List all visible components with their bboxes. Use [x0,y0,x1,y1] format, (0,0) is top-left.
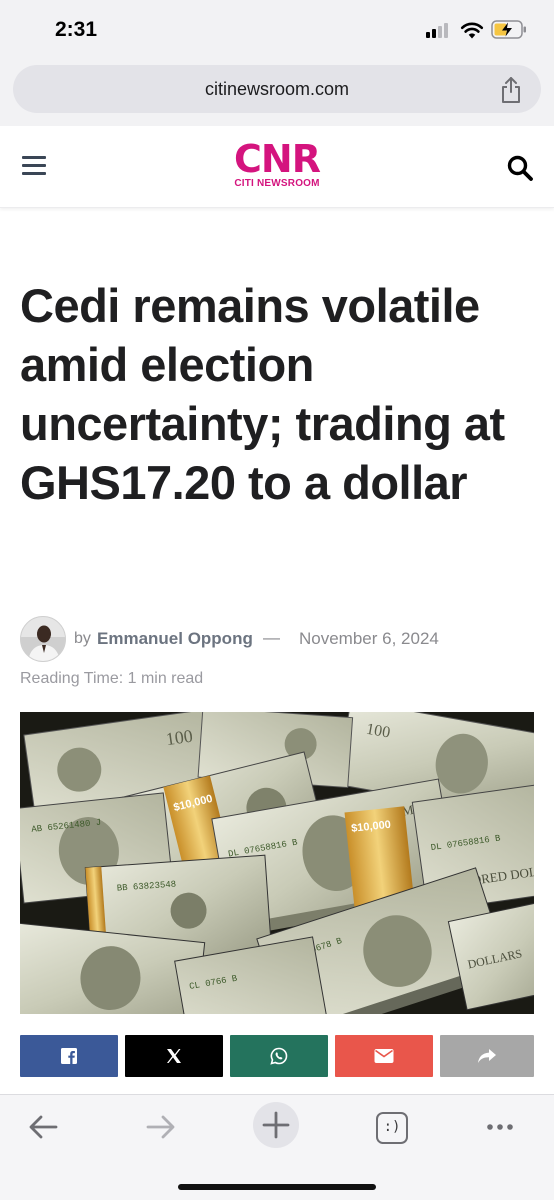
new-tab-button[interactable] [253,1102,299,1148]
wifi-icon [460,22,484,39]
facebook-share-button[interactable] [20,1035,118,1077]
by-label: by [74,630,91,647]
home-indicator [178,1184,376,1190]
x-icon [167,1049,181,1063]
social-share-bar [20,1035,534,1077]
status-bar: 2:31 [0,0,554,60]
author-name[interactable]: Emmanuel Oppong [97,629,253,649]
plus-icon [262,1111,290,1139]
battery-icon [491,20,526,39]
url-text[interactable]: citinewsroom.com [13,79,541,100]
browser-toolbar: :) [0,1094,554,1200]
more-share-button[interactable] [440,1035,534,1077]
logo-subtitle: CITI NEWSROOM [234,178,320,189]
byline: by Emmanuel Oppong — November 6, 2024 [20,616,540,662]
whatsapp-icon [270,1047,288,1065]
search-icon[interactable] [506,154,534,182]
cellular-signal-icon [426,22,452,38]
hero-image-money-stacks: 100 100 $10,000 100 AB 65261480 J 100 DL… [20,712,534,1014]
address-bar-area: citinewsroom.com [0,60,554,126]
address-bar[interactable]: citinewsroom.com [13,65,541,113]
reading-time: Reading Time: 1 min read [20,670,204,687]
whatsapp-share-button[interactable] [230,1035,328,1077]
x-share-button[interactable] [125,1035,223,1077]
author-avatar[interactable] [20,616,66,662]
svg-text:100: 100 [165,726,195,750]
email-icon [374,1049,394,1063]
byline-separator: — [263,628,280,647]
site-logo[interactable]: CNR CITI NEWSROOM [225,140,329,194]
publish-date: November 6, 2024 [299,629,439,648]
hamburger-menu-icon[interactable] [22,156,46,176]
email-share-button[interactable] [335,1035,433,1077]
share-icon[interactable] [499,76,523,104]
share-arrow-icon [478,1049,496,1063]
forward-arrow-icon[interactable] [138,1109,182,1145]
back-arrow-icon[interactable] [22,1109,66,1145]
facebook-icon [61,1048,77,1064]
tabs-button[interactable]: :) [376,1112,408,1144]
logo-letters: CNR [234,137,321,181]
more-icon[interactable] [480,1109,524,1145]
article-headline: Cedi remains volatile amid election unce… [20,279,505,509]
site-header: CNR CITI NEWSROOM [0,126,554,208]
status-time: 2:31 [55,18,98,41]
